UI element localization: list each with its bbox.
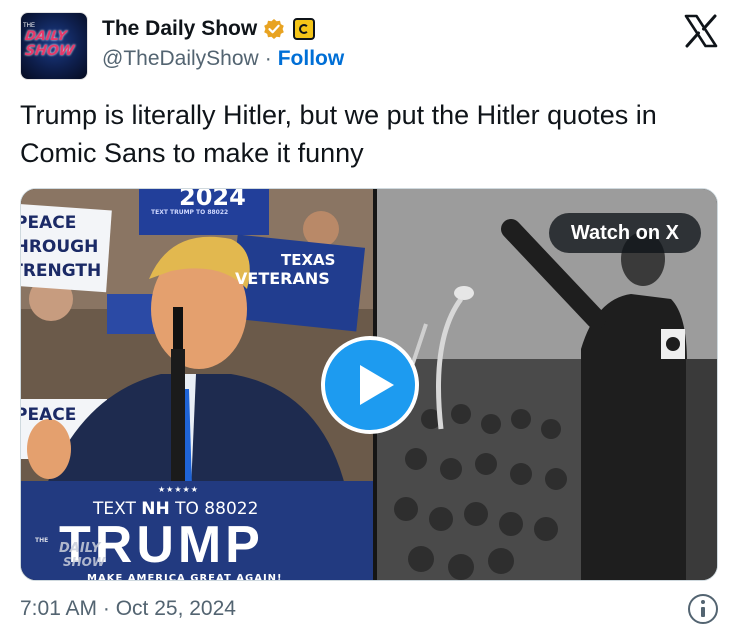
watermark-show: SHOW: [63, 555, 106, 569]
tweet-header: THE DAILY SHOW The Daily Show @TheDailyS…: [20, 12, 720, 80]
sign-small-text: TEXT TRUMP TO 88022: [151, 209, 229, 216]
sign-veterans-line2: VETERANS: [235, 269, 330, 288]
sign-peace-bottom: PEACE: [20, 405, 77, 425]
sign-peace-line2: THROUGH: [21, 237, 99, 257]
author-display-name[interactable]: The Daily Show: [102, 17, 257, 41]
sign-year: 2024: [179, 188, 246, 211]
author-handle[interactable]: @TheDailyShow: [102, 47, 259, 71]
separator-dot: ·: [264, 47, 272, 70]
tweet-text: Trump is literally Hitler, but we put th…: [20, 100, 657, 168]
sign-peace-line1: PEACE: [20, 213, 77, 233]
verified-gold-badge-icon[interactable]: [263, 18, 285, 40]
watch-on-x-button[interactable]: Watch on X: [548, 213, 701, 253]
follow-button[interactable]: Follow: [278, 47, 345, 71]
sign-veterans-line1: TEXAS: [281, 251, 336, 269]
author-avatar[interactable]: THE DAILY SHOW: [20, 12, 88, 80]
tweet-timestamp[interactable]: 7:01 AM · Oct 25, 2024: [20, 597, 236, 620]
video-media[interactable]: 2024 TEXT TRUMP TO 88022 PEACE THROUGH S…: [20, 188, 718, 581]
sign-peace-line3: STRENGTH: [21, 261, 102, 281]
podium-stars: ★★★★★: [158, 485, 199, 494]
watermark-the: THE: [35, 537, 49, 544]
comedy-central-logo-icon[interactable]: [293, 18, 316, 40]
x-logo-icon[interactable]: [684, 14, 718, 48]
info-icon[interactable]: [688, 594, 718, 624]
author-name-row: The Daily Show: [102, 16, 316, 42]
play-icon[interactable]: [321, 336, 419, 434]
tweet-footer: 7:01 AM · Oct 25, 2024: [20, 594, 720, 624]
author-handle-row: @TheDailyShow · Follow: [102, 46, 344, 72]
avatar-logo-bottom: SHOW: [23, 43, 76, 59]
avatar-logo-top: DAILY: [23, 29, 68, 44]
watermark-daily: DAILY: [59, 541, 101, 556]
podium-slogan: MAKE AMERICA GREAT AGAIN!: [87, 573, 283, 581]
